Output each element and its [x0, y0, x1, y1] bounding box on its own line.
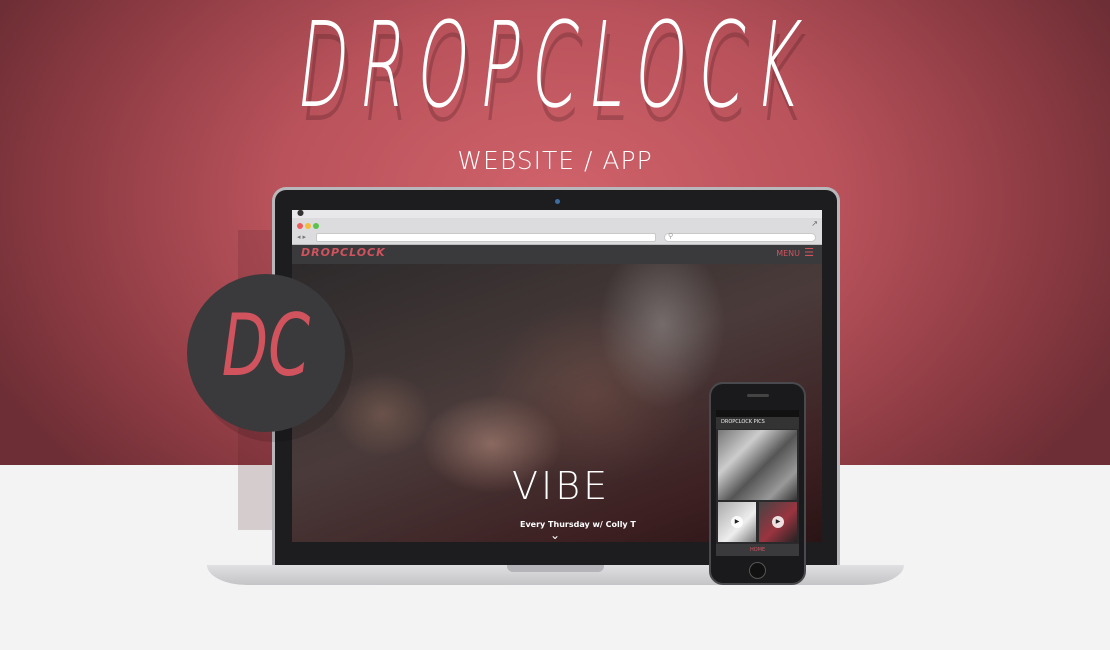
- hero-title: VIBE: [512, 464, 611, 508]
- dc-badge: DC: [187, 274, 345, 432]
- minimize-window-icon[interactable]: [305, 223, 311, 229]
- phone-video-thumb[interactable]: ▶: [718, 502, 756, 542]
- phone-video-thumb[interactable]: ▶: [759, 502, 797, 542]
- menu-button[interactable]: MENU: [776, 249, 800, 258]
- brand-title: DROPCLOCK: [290, 0, 820, 134]
- zoom-window-icon[interactable]: [313, 223, 319, 229]
- phone-tab-home[interactable]: HOME: [750, 547, 765, 553]
- browser-chrome: ↗ ◂▸ ⚲: [292, 218, 822, 245]
- phone: DROPCLOCK PICS ▶ ▶ HOME: [709, 382, 806, 585]
- phone-screen: DROPCLOCK PICS ▶ ▶ HOME: [716, 410, 799, 556]
- phone-speaker: [747, 394, 769, 397]
- laptop-notch: [507, 565, 604, 572]
- search-input[interactable]: ⚲: [664, 232, 816, 242]
- play-icon[interactable]: ▶: [731, 516, 743, 528]
- mac-menubar: ●: [292, 210, 822, 218]
- apple-icon[interactable]: ●: [297, 210, 304, 217]
- hamburger-menu-icon[interactable]: ☰: [804, 246, 814, 259]
- phone-home-button[interactable]: [749, 562, 766, 579]
- site-logo[interactable]: DROPCLOCK: [301, 246, 386, 259]
- badge-logo-text: DC: [221, 296, 311, 396]
- close-window-icon[interactable]: [297, 223, 303, 229]
- search-icon: ⚲: [668, 232, 674, 240]
- brand-subtitle: WEBSITE / APP: [457, 146, 653, 175]
- url-input[interactable]: [316, 233, 656, 242]
- phone-main-photo[interactable]: [718, 430, 797, 500]
- phone-header: DROPCLOCK PICS: [716, 417, 799, 429]
- play-icon[interactable]: ▶: [772, 516, 784, 528]
- phone-status-bar: [716, 410, 799, 417]
- chevron-down-icon[interactable]: ⌄: [550, 528, 560, 542]
- back-forward-icon[interactable]: ◂▸: [297, 233, 308, 241]
- site-navbar: DROPCLOCK MENU ☰: [292, 245, 822, 264]
- expand-icon[interactable]: ↗: [811, 219, 818, 228]
- phone-tab-bar: HOME: [716, 544, 799, 556]
- hero-subtitle: Every Thursday w/ Colly T: [520, 520, 636, 529]
- phone-header-label: DROPCLOCK PICS: [721, 419, 765, 425]
- camera-dot: [555, 199, 560, 204]
